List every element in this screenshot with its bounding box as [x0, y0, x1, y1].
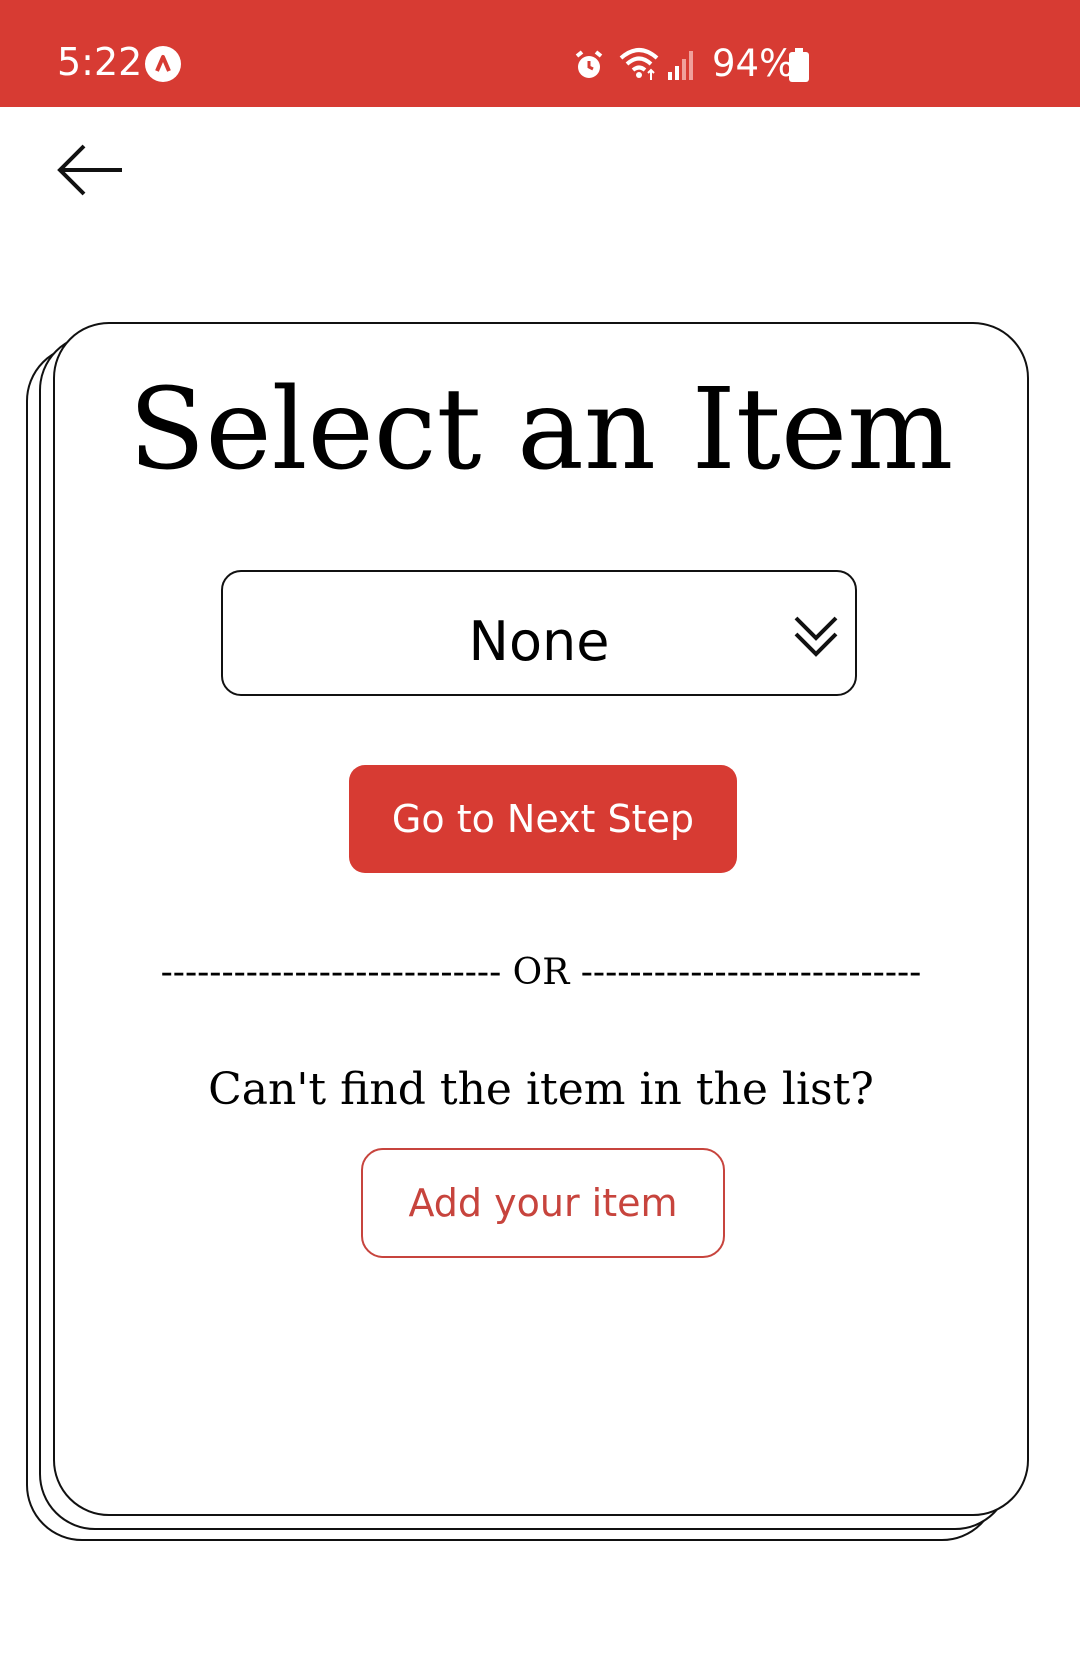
add-your-item-button[interactable]: Add your item — [361, 1148, 725, 1258]
back-arrow-icon — [57, 144, 122, 196]
dropdown-selected-value: None — [468, 610, 610, 673]
signal-icon — [667, 48, 697, 85]
status-bar: 5:22 94% — [0, 0, 1080, 107]
select-item-card: Select an Item None Go to Next Step ----… — [53, 322, 1029, 1516]
battery-icon — [788, 48, 810, 87]
or-divider: ---------------------------- OR --------… — [160, 952, 922, 993]
page-title: Select an Item — [128, 365, 954, 495]
go-to-next-step-button[interactable]: Go to Next Step — [349, 765, 737, 873]
cant-find-text: Can't find the item in the list? — [208, 1064, 874, 1115]
assistant-icon — [145, 46, 181, 82]
double-chevron-down-icon — [794, 616, 838, 657]
wifi-icon — [618, 44, 660, 89]
status-time: 5:22 — [57, 40, 143, 84]
alarm-icon — [572, 48, 606, 87]
back-button[interactable] — [52, 140, 132, 200]
battery-percentage: 94% — [712, 42, 795, 85]
item-dropdown[interactable]: None — [221, 570, 857, 696]
